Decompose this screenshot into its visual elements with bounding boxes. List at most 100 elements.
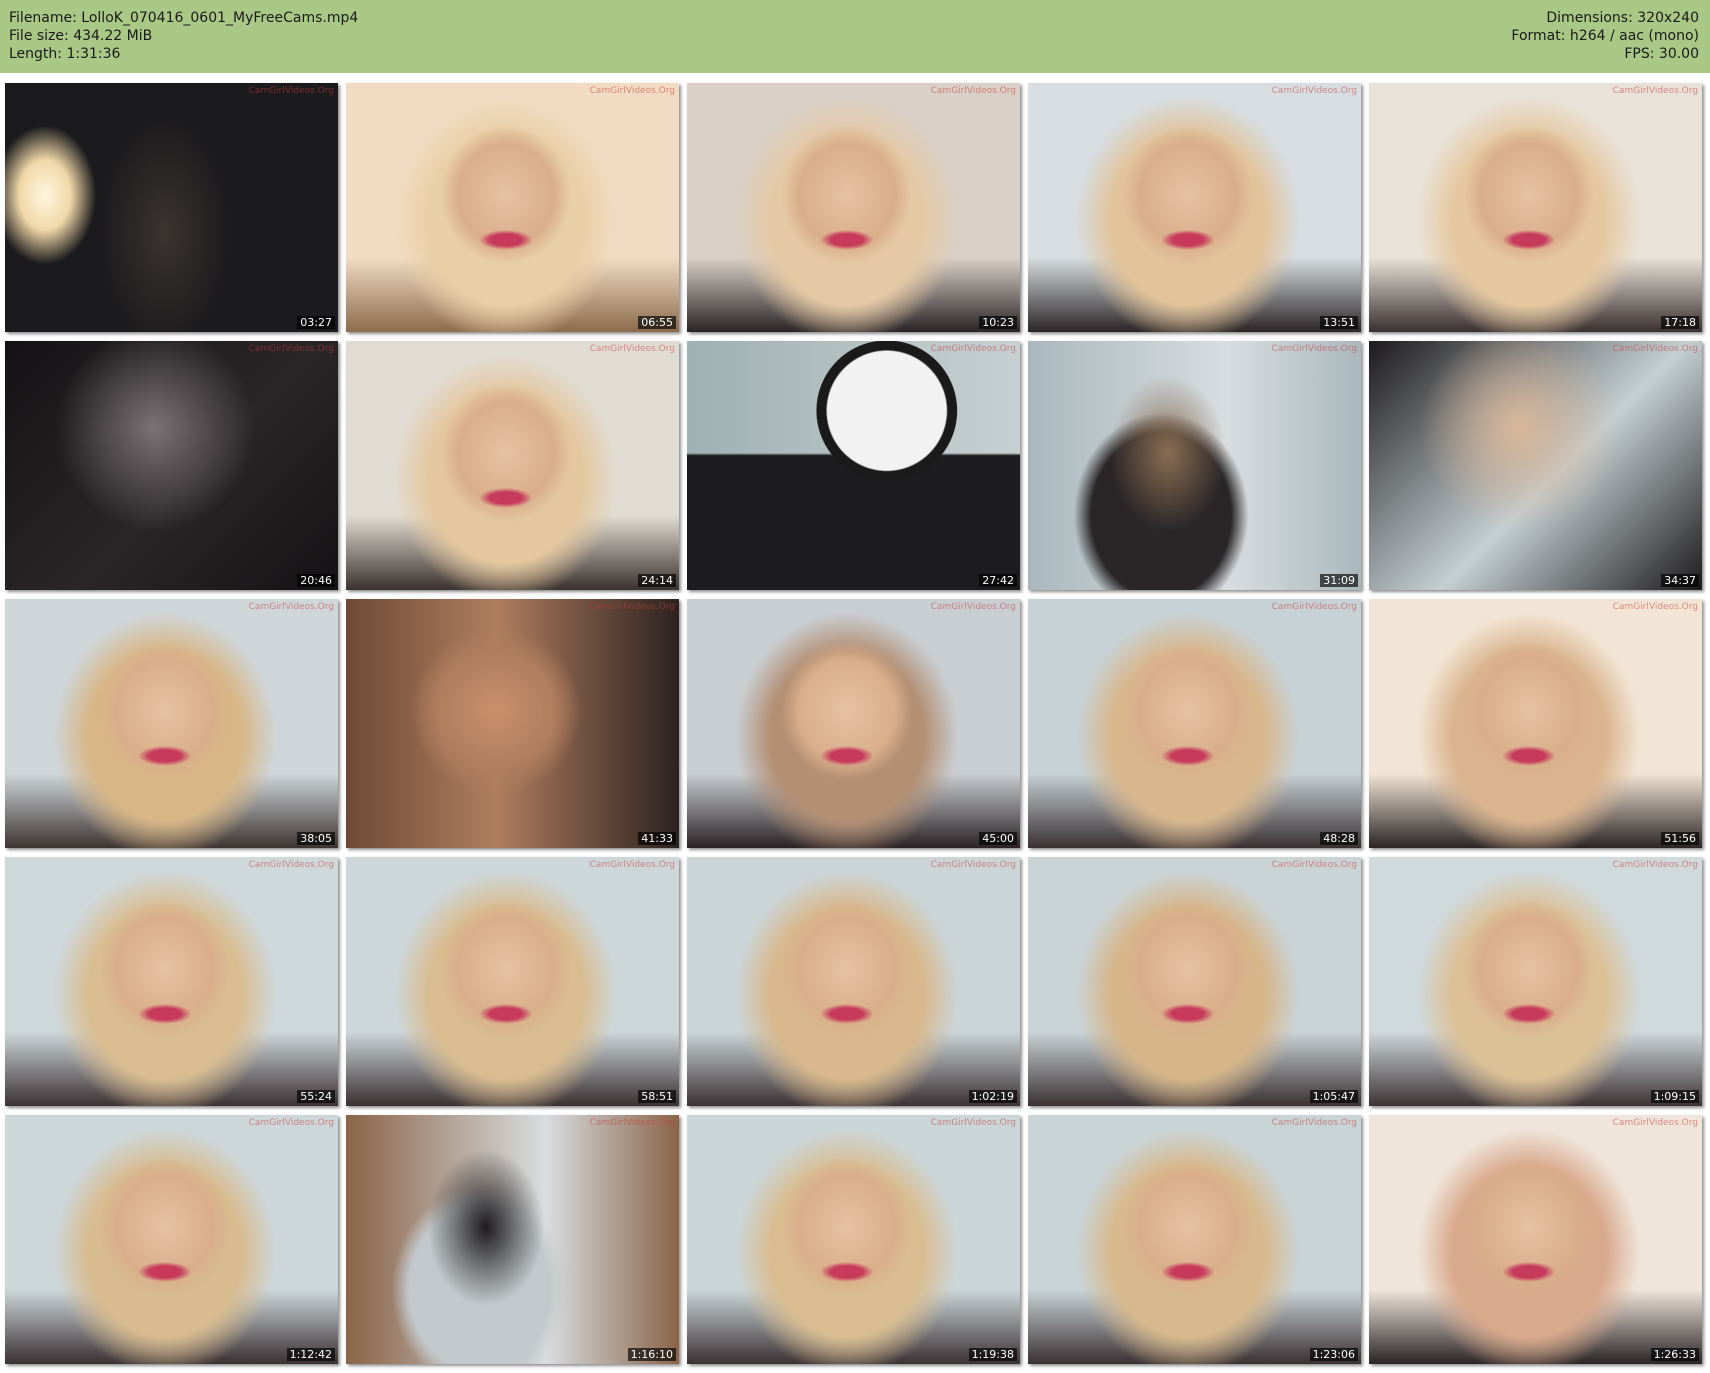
- video-thumbnail[interactable]: CamGirlVideos.Org 41:33: [346, 599, 679, 848]
- thumbnail-image: [687, 1115, 1020, 1364]
- watermark: CamGirlVideos.Org: [248, 860, 334, 870]
- thumbnail-image: [1369, 83, 1702, 332]
- video-info: Dimensions: 320x240 Format: h264 / aac (…: [1511, 9, 1699, 63]
- video-thumbnail[interactable]: CamGirlVideos.Org 1:12:42: [5, 1115, 338, 1364]
- video-thumbnail[interactable]: CamGirlVideos.Org 1:26:33: [1369, 1115, 1702, 1364]
- timestamp-label: 1:12:42: [286, 1348, 335, 1361]
- watermark: CamGirlVideos.Org: [1271, 1118, 1357, 1128]
- watermark: CamGirlVideos.Org: [930, 344, 1016, 354]
- video-thumbnail[interactable]: CamGirlVideos.Org 1:05:47: [1028, 857, 1361, 1106]
- watermark: CamGirlVideos.Org: [1271, 86, 1357, 96]
- thumbnail-image: [5, 857, 338, 1106]
- thumbnail-image: [1369, 857, 1702, 1106]
- watermark: CamGirlVideos.Org: [1271, 602, 1357, 612]
- video-thumbnail[interactable]: CamGirlVideos.Org 10:23: [687, 83, 1020, 332]
- video-thumbnail[interactable]: CamGirlVideos.Org 06:55: [346, 83, 679, 332]
- watermark: CamGirlVideos.Org: [1612, 860, 1698, 870]
- timestamp-label: 58:51: [638, 1090, 676, 1103]
- thumbnail-image: [687, 857, 1020, 1106]
- timestamp-label: 03:27: [297, 316, 335, 329]
- timestamp-label: 45:00: [979, 832, 1017, 845]
- timestamp-label: 24:14: [638, 574, 676, 587]
- watermark: CamGirlVideos.Org: [930, 860, 1016, 870]
- thumbnail-image: [5, 599, 338, 848]
- video-thumbnail[interactable]: CamGirlVideos.Org 1:09:15: [1369, 857, 1702, 1106]
- thumbnail-image: [5, 83, 338, 332]
- video-thumbnail[interactable]: CamGirlVideos.Org 38:05: [5, 599, 338, 848]
- watermark: CamGirlVideos.Org: [248, 86, 334, 96]
- thumbnail-image: [5, 341, 338, 590]
- length-label: Length: 1:31:36: [9, 46, 121, 62]
- format-label: Format: h264 / aac (mono): [1511, 28, 1699, 44]
- watermark: CamGirlVideos.Org: [1612, 1118, 1698, 1128]
- thumbnail-image: [687, 599, 1020, 848]
- dimensions-label: Dimensions: 320x240: [1546, 10, 1699, 26]
- video-thumbnail[interactable]: CamGirlVideos.Org 51:56: [1369, 599, 1702, 848]
- video-thumbnail[interactable]: CamGirlVideos.Org 13:51: [1028, 83, 1361, 332]
- video-thumbnail[interactable]: CamGirlVideos.Org 20:46: [5, 341, 338, 590]
- video-thumbnail[interactable]: CamGirlVideos.Org 1:19:38: [687, 1115, 1020, 1364]
- watermark: CamGirlVideos.Org: [589, 344, 675, 354]
- watermark: CamGirlVideos.Org: [248, 344, 334, 354]
- thumbnail-image: [1028, 1115, 1361, 1364]
- watermark: CamGirlVideos.Org: [930, 86, 1016, 96]
- timestamp-label: 1:16:10: [627, 1348, 676, 1361]
- thumbnail-image: [1028, 341, 1361, 590]
- video-thumbnail[interactable]: CamGirlVideos.Org 34:37: [1369, 341, 1702, 590]
- timestamp-label: 17:18: [1661, 316, 1699, 329]
- timestamp-label: 55:24: [297, 1090, 335, 1103]
- filename-label: Filename: LolloK_070416_0601_MyFreeCams.…: [9, 10, 359, 26]
- video-thumbnail[interactable]: CamGirlVideos.Org 1:02:19: [687, 857, 1020, 1106]
- thumbnail-image: [346, 1115, 679, 1364]
- watermark: CamGirlVideos.Org: [930, 602, 1016, 612]
- thumbnail-image: [1028, 857, 1361, 1106]
- timestamp-label: 1:05:47: [1309, 1090, 1358, 1103]
- thumbnail-image: [346, 857, 679, 1106]
- thumbnail-image: [346, 83, 679, 332]
- watermark: CamGirlVideos.Org: [930, 1118, 1016, 1128]
- video-thumbnail[interactable]: CamGirlVideos.Org 58:51: [346, 857, 679, 1106]
- timestamp-label: 20:46: [297, 574, 335, 587]
- video-thumbnail[interactable]: CamGirlVideos.Org 55:24: [5, 857, 338, 1106]
- timestamp-label: 41:33: [638, 832, 676, 845]
- timestamp-label: 1:23:06: [1309, 1348, 1358, 1361]
- video-thumbnail[interactable]: CamGirlVideos.Org 1:16:10: [346, 1115, 679, 1364]
- timestamp-label: 27:42: [979, 574, 1017, 587]
- video-thumbnail[interactable]: CamGirlVideos.Org 45:00: [687, 599, 1020, 848]
- thumbnail-image: [687, 341, 1020, 590]
- timestamp-label: 48:28: [1320, 832, 1358, 845]
- timestamp-label: 06:55: [638, 316, 676, 329]
- filesize-label: File size: 434.22 MiB: [9, 28, 153, 44]
- watermark: CamGirlVideos.Org: [248, 1118, 334, 1128]
- video-thumbnail[interactable]: CamGirlVideos.Org 27:42: [687, 341, 1020, 590]
- thumbnail-image: [346, 599, 679, 848]
- info-header: Filename: LolloK_070416_0601_MyFreeCams.…: [0, 0, 1710, 73]
- video-thumbnail[interactable]: CamGirlVideos.Org 03:27: [5, 83, 338, 332]
- thumbnail-image: [1028, 599, 1361, 848]
- watermark: CamGirlVideos.Org: [1271, 860, 1357, 870]
- timestamp-label: 13:51: [1320, 316, 1358, 329]
- thumbnail-image: [1369, 1115, 1702, 1364]
- video-thumbnail[interactable]: CamGirlVideos.Org 31:09: [1028, 341, 1361, 590]
- thumbnail-image: [1369, 341, 1702, 590]
- video-thumbnail[interactable]: CamGirlVideos.Org 24:14: [346, 341, 679, 590]
- watermark: CamGirlVideos.Org: [248, 602, 334, 612]
- watermark: CamGirlVideos.Org: [1612, 86, 1698, 96]
- fps-label: FPS: 30.00: [1624, 46, 1699, 62]
- video-thumbnail[interactable]: CamGirlVideos.Org 48:28: [1028, 599, 1361, 848]
- timestamp-label: 1:02:19: [968, 1090, 1017, 1103]
- video-thumbnail[interactable]: CamGirlVideos.Org 17:18: [1369, 83, 1702, 332]
- watermark: CamGirlVideos.Org: [1271, 344, 1357, 354]
- timestamp-label: 38:05: [297, 832, 335, 845]
- file-info: Filename: LolloK_070416_0601_MyFreeCams.…: [9, 9, 358, 63]
- thumbnail-image: [1369, 599, 1702, 848]
- video-thumbnail[interactable]: CamGirlVideos.Org 1:23:06: [1028, 1115, 1361, 1364]
- thumbnail-image: [5, 1115, 338, 1364]
- timestamp-label: 51:56: [1661, 832, 1699, 845]
- timestamp-label: 1:26:33: [1650, 1348, 1699, 1361]
- thumbnail-image: [1028, 83, 1361, 332]
- timestamp-label: 1:09:15: [1650, 1090, 1699, 1103]
- watermark: CamGirlVideos.Org: [589, 1118, 675, 1128]
- watermark: CamGirlVideos.Org: [1612, 344, 1698, 354]
- timestamp-label: 10:23: [979, 316, 1017, 329]
